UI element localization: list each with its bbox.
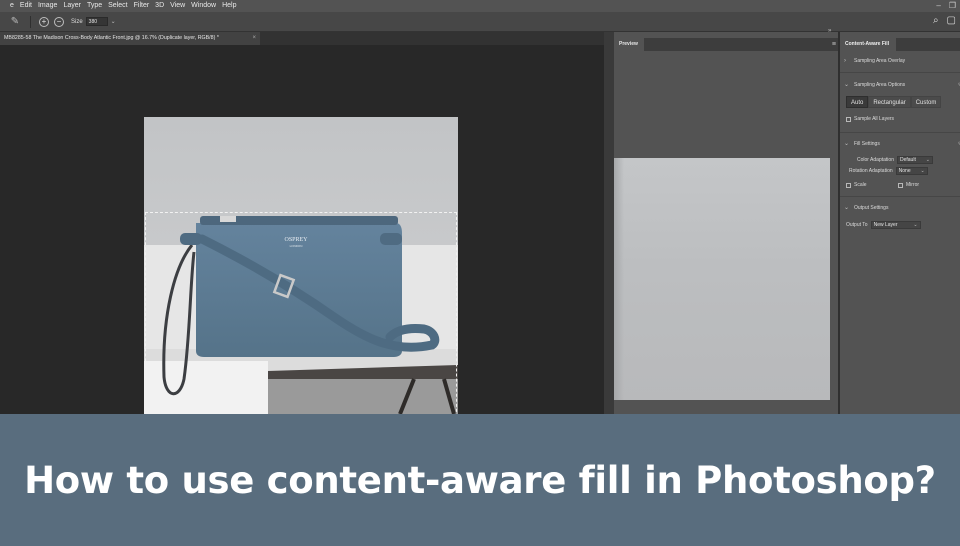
- close-tab-icon[interactable]: ×: [252, 32, 256, 45]
- minimize-icon[interactable]: –: [936, 0, 940, 12]
- add-to-selection-icon[interactable]: +: [39, 16, 49, 27]
- preview-shade: [614, 158, 624, 400]
- panel-menu-icon[interactable]: ≡: [832, 38, 836, 51]
- caption-title: How to use content-aware fill in Photosh…: [24, 458, 936, 502]
- output-to-value: New Layer: [873, 222, 898, 228]
- collapse-panels-icon[interactable]: »: [828, 28, 831, 34]
- document-image[interactable]: OSPREY LONDON: [144, 117, 458, 414]
- mirror-row[interactable]: Mirror: [898, 182, 919, 188]
- rotation-adaptation-row: Rotation Adaptation None ⌄: [849, 167, 928, 175]
- sampling-overlay-label: Sampling Area Overlay: [854, 58, 906, 64]
- color-adaptation-value: Default: [899, 157, 916, 163]
- mode-auto-button[interactable]: Auto: [846, 96, 869, 108]
- app-logo: [0, 0, 8, 12]
- bag-subbrand-text: LONDON: [290, 244, 303, 248]
- menu-edit[interactable]: Edit: [18, 0, 36, 12]
- document-title: MB8285-58 The Madison Cross-Body Atlanti…: [4, 35, 219, 41]
- section-fill-settings[interactable]: ⌄ Fill Settings ↺: [844, 140, 960, 148]
- tab-content-aware-fill[interactable]: Content-Aware Fill: [840, 38, 896, 51]
- menu-filter[interactable]: Filter: [132, 0, 154, 12]
- size-input[interactable]: 380: [85, 17, 108, 26]
- mode-custom-button[interactable]: Custom: [910, 96, 942, 108]
- panel-gutter: [604, 32, 614, 414]
- menu-help[interactable]: Help: [220, 0, 240, 12]
- workspace-icon[interactable]: ▢: [947, 15, 956, 26]
- size-label: Size: [71, 18, 83, 25]
- caption-banner: How to use content-aware fill in Photosh…: [0, 414, 960, 546]
- menu-image[interactable]: Image: [36, 0, 61, 12]
- options-bar: ✎ + − Size 380 ⌄ ⌕ ▢: [0, 12, 960, 32]
- divider: [840, 132, 960, 133]
- sampling-options-label: Sampling Area Options: [854, 81, 906, 88]
- output-to-select[interactable]: New Layer ⌄: [870, 221, 921, 229]
- chevron-down-icon: ⌄: [913, 222, 918, 228]
- sample-all-layers-label: Sample All Layers: [854, 116, 895, 122]
- section-output-settings[interactable]: ⌄ Output Settings: [844, 204, 889, 212]
- options-divider: [30, 15, 31, 28]
- menu-3d[interactable]: 3D: [153, 0, 168, 12]
- product-photo: OSPREY LONDON: [144, 117, 458, 414]
- output-to-label: Output To: [846, 222, 868, 228]
- chevron-down-icon: ⌄: [844, 82, 850, 88]
- menu-file[interactable]: e: [8, 0, 18, 12]
- sampling-mode-selector: Auto Rectangular Custom: [846, 96, 942, 108]
- menu-window[interactable]: Window: [189, 0, 220, 12]
- lasso-brush-icon: ✎: [10, 16, 20, 27]
- window-controls: – ❐: [936, 0, 956, 12]
- tool-preset-picker[interactable]: ✎: [6, 15, 24, 29]
- fill-settings-label: Fill Settings: [854, 140, 880, 147]
- menu-select[interactable]: Select: [106, 0, 131, 12]
- menu-view[interactable]: View: [168, 0, 189, 12]
- menu-bar: e Edit Image Layer Type Select Filter 3D…: [0, 0, 960, 12]
- tab-preview[interactable]: Preview: [614, 38, 644, 51]
- mode-rectangular-button[interactable]: Rectangular: [868, 96, 911, 108]
- section-sampling-overlay[interactable]: › Sampling Area Overlay: [844, 58, 905, 64]
- color-adaptation-select[interactable]: Default ⌄: [896, 156, 933, 164]
- chevron-down-icon: ⌄: [844, 141, 850, 147]
- mirror-checkbox[interactable]: [898, 182, 903, 188]
- chevron-down-icon: ⌄: [925, 157, 930, 163]
- scale-label: Scale: [854, 182, 867, 188]
- preview-panel: Preview ≡: [614, 32, 840, 414]
- document-tab[interactable]: MB8285-58 The Madison Cross-Body Atlanti…: [0, 32, 260, 45]
- preview-panel-header: Preview ≡: [614, 38, 840, 51]
- subtract-from-selection-icon[interactable]: −: [54, 16, 64, 27]
- caf-panel-header: Content-Aware Fill: [840, 38, 960, 51]
- output-settings-label: Output Settings: [854, 204, 889, 211]
- color-adaptation-label: Color Adaptation: [857, 157, 894, 163]
- size-dropdown-icon[interactable]: ⌄: [111, 18, 116, 25]
- rotation-adaptation-value: None: [898, 168, 911, 174]
- scale-checkbox[interactable]: [846, 182, 851, 188]
- mirror-label: Mirror: [906, 182, 920, 188]
- preview-image[interactable]: [614, 158, 830, 400]
- restore-icon[interactable]: ❐: [949, 0, 956, 12]
- rotation-adaptation-select[interactable]: None ⌄: [895, 167, 928, 175]
- chevron-down-icon: ⌄: [844, 205, 850, 211]
- color-adaptation-row: Color Adaptation Default ⌄: [857, 156, 933, 164]
- menu-layer[interactable]: Layer: [61, 0, 85, 12]
- chevron-right-icon: ›: [844, 58, 846, 64]
- options-right-group: ⌕ ▢: [933, 15, 956, 26]
- menu-type[interactable]: Type: [85, 0, 106, 12]
- output-to-row: Output To New Layer ⌄: [846, 221, 921, 229]
- bag-brand-text: OSPREY: [284, 237, 308, 243]
- sample-all-layers-row[interactable]: Sample All Layers: [846, 116, 894, 122]
- scale-row[interactable]: Scale: [846, 182, 867, 188]
- divider: [840, 72, 960, 73]
- content-aware-fill-panel: Content-Aware Fill › Sampling Area Overl…: [840, 32, 960, 414]
- chevron-down-icon: ⌄: [920, 168, 925, 174]
- search-icon[interactable]: ⌕: [933, 15, 939, 26]
- document-tab-bar: MB8285-58 The Madison Cross-Body Atlanti…: [0, 32, 604, 45]
- rotation-adaptation-label: Rotation Adaptation: [849, 168, 893, 174]
- section-sampling-options[interactable]: ⌄ Sampling Area Options ↺: [844, 81, 960, 89]
- sample-all-layers-checkbox[interactable]: [846, 116, 851, 122]
- divider: [840, 196, 960, 197]
